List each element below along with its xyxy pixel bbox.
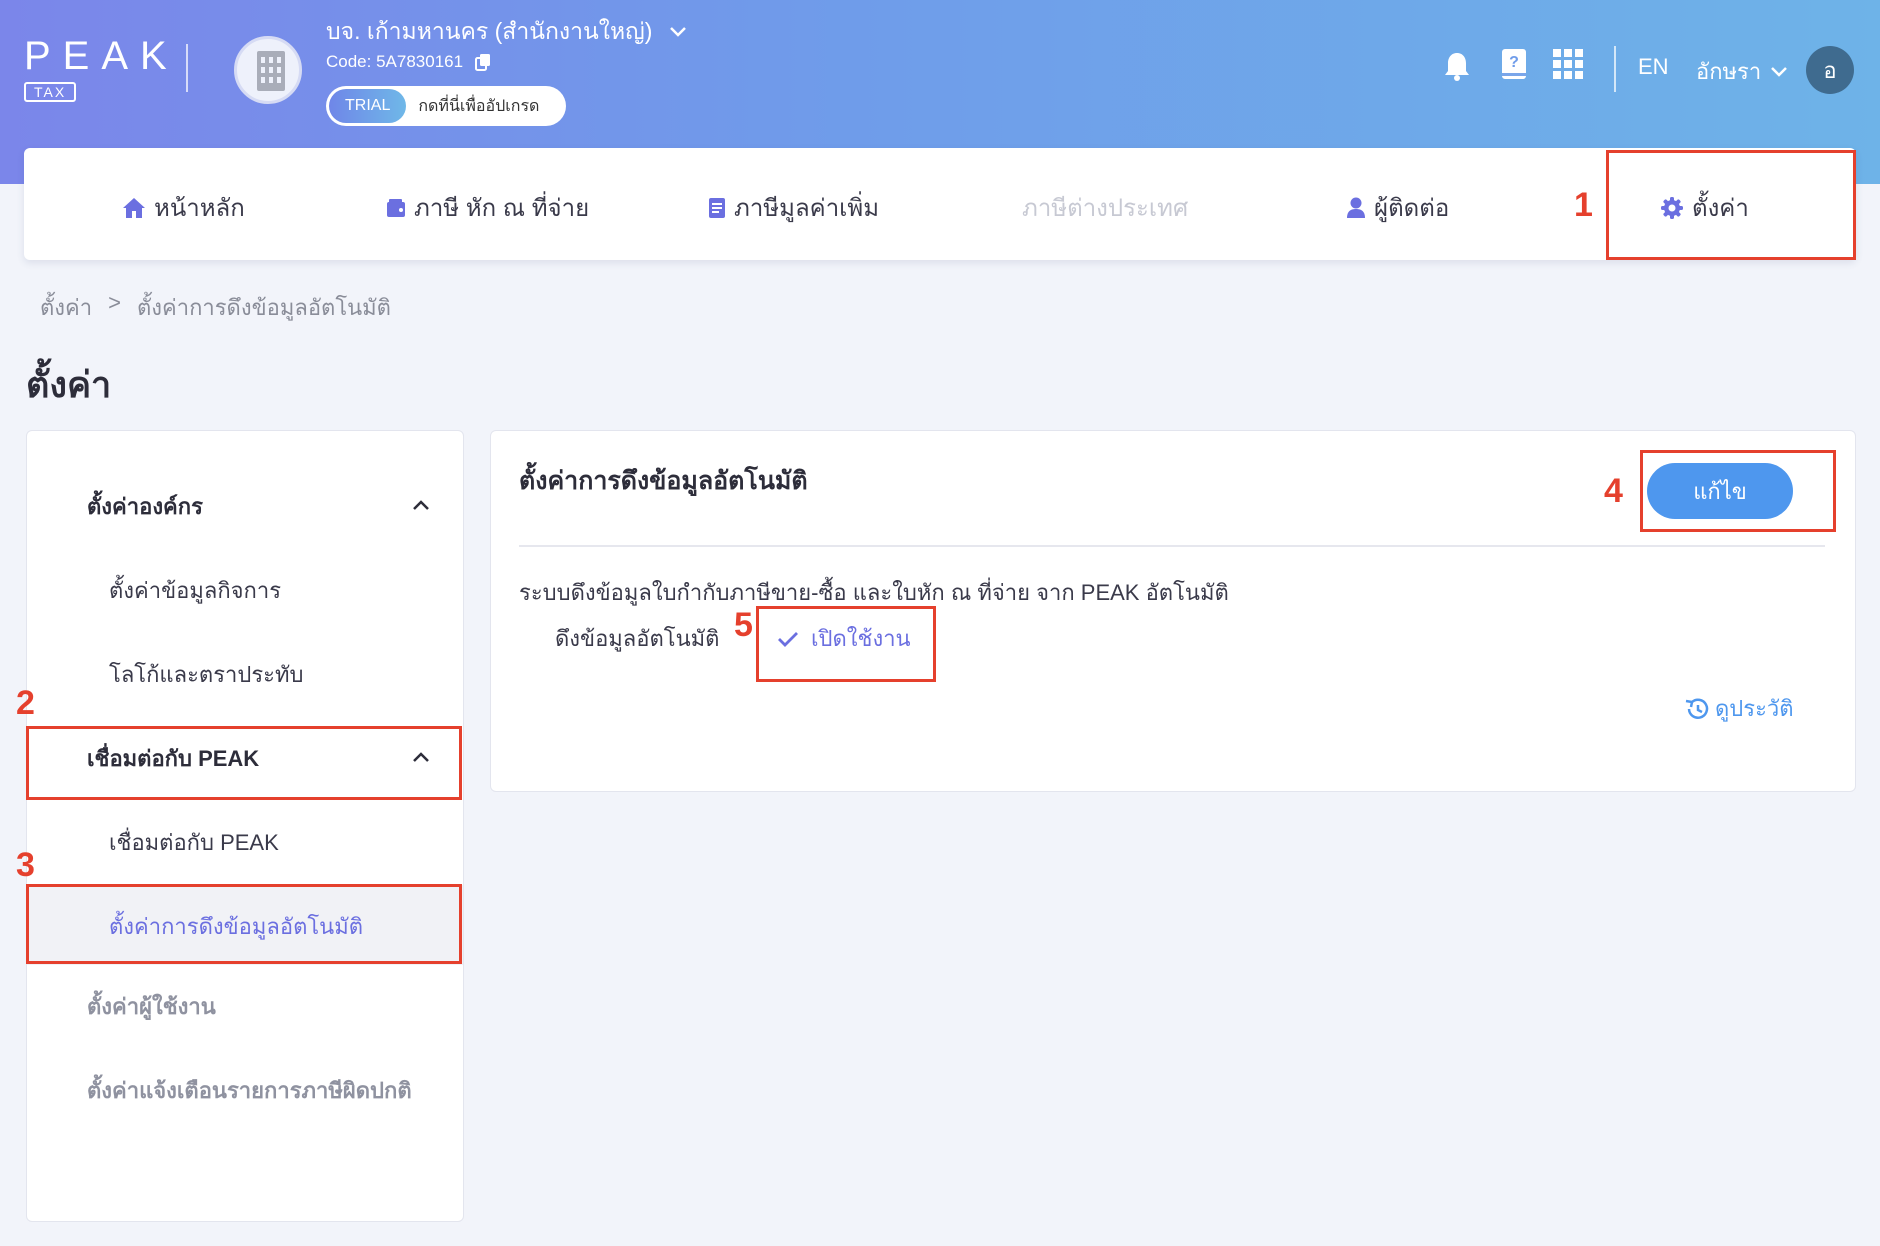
sidebar-item-business[interactable]: ตั้งค่าข้อมูลกิจการ	[109, 573, 281, 608]
company-switcher[interactable]: บจ. เก้ามหานคร (สำนักงานใหญ่)	[326, 14, 687, 50]
person-icon	[1347, 197, 1365, 218]
peak-logo[interactable]: PEAK TAX	[24, 36, 179, 102]
help-book-icon[interactable]: ?	[1500, 48, 1528, 80]
wallet-icon	[387, 198, 405, 217]
history-link[interactable]: ดูประวัติ	[1683, 691, 1794, 726]
panel-title: ตั้งค่าการดึงข้อมูลอัตโนมัติ	[519, 467, 808, 495]
annotation-box-3	[26, 884, 462, 964]
chevron-down-icon	[1771, 66, 1788, 77]
sidebar-item-connect[interactable]: เชื่อมต่อกับ PEAK	[109, 825, 279, 860]
nav-wht-label: ภาษี หัก ณ ที่จ่าย	[414, 195, 590, 222]
page-title: ตั้งค่า	[26, 364, 112, 405]
panel-divider	[519, 545, 1825, 547]
auto-fetch-label: ดึงข้อมูลอัตโนมัติ	[555, 626, 720, 651]
annotation-number-2: 2	[16, 684, 35, 722]
breadcrumb-root[interactable]: ตั้งค่า	[40, 290, 92, 325]
breadcrumb: ตั้งค่า > ตั้งค่าการดึงข้อมูลอัตโนมัติ	[40, 290, 391, 325]
sidebar-group-users[interactable]: ตั้งค่าผู้ใช้งาน	[87, 989, 417, 1025]
company-code-row: Code: 5A7830161	[326, 52, 491, 72]
annotation-box-1	[1606, 150, 1856, 260]
settings-sidebar: ตั้งค่าองค์กร ตั้งค่าข้อมูลกิจการ โลโก้แ…	[26, 430, 464, 1222]
upgrade-text: กดที่นี่เพื่ออัปเกรด	[418, 97, 540, 115]
annotation-number-3: 3	[16, 846, 35, 884]
document-icon	[709, 197, 725, 218]
building-icon	[257, 51, 285, 91]
annotation-box-2	[26, 726, 462, 800]
company-name: บจ. เก้ามหานคร (สำนักงานใหญ่)	[326, 18, 653, 44]
language-toggle[interactable]: EN	[1638, 54, 1669, 80]
home-icon	[123, 197, 145, 218]
chevron-up-icon[interactable]	[413, 497, 429, 513]
upgrade-pill[interactable]: TRIAL กดที่นี่เพื่ออัปเกรด	[326, 86, 566, 126]
history-label: ดูประวัติ	[1715, 696, 1794, 721]
breadcrumb-separator: >	[108, 290, 121, 315]
apps-grid-icon[interactable]	[1552, 48, 1584, 80]
breadcrumb-current: ตั้งค่าการดึงข้อมูลอัตโนมัติ	[136, 295, 391, 320]
logo-word: PEAK	[24, 34, 179, 78]
logo-tax-label: TAX	[24, 82, 77, 102]
svg-text:?: ?	[1509, 54, 1519, 71]
sidebar-group-org[interactable]: ตั้งค่าองค์กร	[87, 489, 203, 524]
company-code: Code: 5A7830161	[326, 52, 464, 71]
bell-icon[interactable]	[1442, 50, 1472, 82]
sidebar-group-alerts[interactable]: ตั้งค่าแจ้งเตือนรายการภาษีผิดปกติ	[87, 1073, 417, 1109]
header-divider	[186, 44, 188, 92]
user-name: อักษรา	[1696, 59, 1762, 84]
avatar[interactable]: อ	[1806, 46, 1854, 94]
sidebar-item-logo[interactable]: โลโก้และตราประทับ	[109, 657, 303, 692]
nav-home-label: หน้าหลัก	[154, 195, 245, 222]
annotation-number-5: 5	[734, 606, 753, 644]
history-icon	[1685, 697, 1709, 719]
company-avatar[interactable]	[234, 36, 302, 104]
nav-foreign-label: ภาษีต่างประเทศ	[1022, 195, 1189, 222]
annotation-number-1: 1	[1574, 186, 1593, 224]
nav-vat-label: ภาษีมูลค่าเพิ่ม	[734, 195, 880, 222]
header-divider	[1614, 46, 1616, 92]
nav-wht[interactable]: ภาษี หัก ณ ที่จ่าย	[386, 188, 589, 227]
panel-description: ระบบดึงข้อมูลใบกำกับภาษีขาย-ซื้อ และใบหั…	[519, 580, 1229, 605]
chevron-down-icon	[670, 27, 687, 37]
annotation-box-5	[756, 606, 936, 682]
user-menu[interactable]: อักษรา	[1696, 54, 1788, 89]
nav-contacts[interactable]: ผู้ติดต่อ	[1346, 188, 1449, 227]
copy-icon[interactable]	[475, 53, 491, 71]
nav-vat[interactable]: ภาษีมูลค่าเพิ่ม	[708, 188, 879, 227]
nav-contacts-label: ผู้ติดต่อ	[1374, 195, 1450, 222]
trial-badge: TRIAL	[329, 89, 407, 123]
annotation-number-4: 4	[1604, 472, 1623, 510]
annotation-box-4	[1640, 450, 1836, 532]
nav-home[interactable]: หน้าหลัก	[122, 188, 245, 227]
nav-foreign-tax: ภาษีต่างประเทศ	[1022, 188, 1188, 227]
